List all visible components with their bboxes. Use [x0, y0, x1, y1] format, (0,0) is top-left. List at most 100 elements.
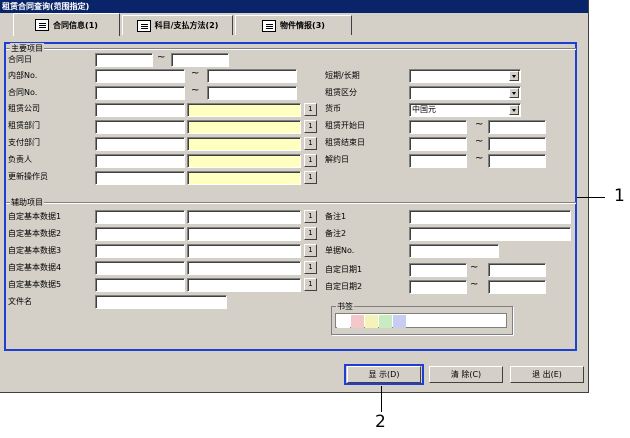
- custom-num-2-code[interactable]: [95, 227, 185, 241]
- range-tilde: ~: [191, 68, 200, 79]
- pay-dept-name[interactable]: [187, 137, 301, 151]
- note-1-input[interactable]: [409, 210, 571, 224]
- custom-num-5-name[interactable]: [187, 278, 301, 292]
- person-name[interactable]: [187, 154, 301, 168]
- lease-company-label: 租赁公司: [8, 104, 40, 113]
- lease-dept-code[interactable]: [95, 120, 185, 134]
- cancel-date-to[interactable]: [488, 154, 546, 168]
- custom-num-2-select-button[interactable]: 1: [304, 227, 317, 240]
- bookmark-swatch-3[interactable]: [365, 315, 378, 328]
- updater-label: 更新操作员: [8, 172, 48, 181]
- custom-date-2-from[interactable]: [409, 280, 467, 294]
- term-select[interactable]: [409, 69, 521, 83]
- doc-no-input[interactable]: [409, 244, 499, 258]
- contract-no-label: 合同No.: [8, 88, 38, 97]
- bookmark-swatch-1[interactable]: [337, 315, 350, 328]
- cancel-date-label: 解约日: [325, 155, 349, 164]
- pay-dept-select-button[interactable]: 1: [304, 137, 317, 150]
- callout-2-line: [381, 386, 382, 412]
- callout-1-line: [577, 197, 605, 198]
- tab-property-info[interactable]: 物件情报(3): [235, 15, 352, 35]
- custom-date-2-to[interactable]: [488, 280, 546, 294]
- clear-button[interactable]: 清 除(C): [429, 366, 503, 383]
- contract-date-label: 合同日: [8, 55, 32, 64]
- internal-no-label: 内部No.: [8, 71, 38, 80]
- custom-date-2-label: 自定日期2: [325, 282, 363, 291]
- pay-dept-label: 支付部门: [8, 138, 40, 147]
- custom-num-3-code[interactable]: [95, 244, 185, 258]
- tab-label: 物件情报(3): [280, 21, 325, 30]
- custom-num-1-code[interactable]: [95, 210, 185, 224]
- currency-select[interactable]: 中国元: [409, 103, 521, 117]
- file-name-input[interactable]: [95, 295, 227, 309]
- range-tilde: ~: [475, 119, 484, 130]
- lease-company-code[interactable]: [95, 103, 185, 117]
- custom-num-4-code[interactable]: [95, 261, 185, 275]
- lease-type-select[interactable]: [409, 86, 521, 100]
- aux-group-frame: [6, 202, 576, 203]
- end-date-from[interactable]: [409, 137, 467, 151]
- window-title: 租赁合同查询(范围指定): [0, 0, 588, 13]
- range-tilde: ~: [191, 85, 200, 96]
- callout-2-number: 2: [375, 412, 386, 432]
- lease-dept-select-button[interactable]: 1: [304, 120, 317, 133]
- tab-account-payment[interactable]: 科目/支払方法(2): [122, 15, 233, 35]
- tab-label: 合同信息(1): [53, 20, 98, 30]
- bookmark-swatch-2[interactable]: [351, 315, 364, 328]
- lease-type-label: 租赁区分: [325, 88, 357, 97]
- custom-num-3-name[interactable]: [187, 244, 301, 258]
- note-2-input[interactable]: [409, 227, 571, 241]
- bookmark-color-bar[interactable]: [335, 313, 507, 328]
- note-2-label: 备注2: [325, 229, 347, 238]
- internal-no-to[interactable]: [207, 69, 297, 83]
- bookmark-swatch-5[interactable]: [393, 315, 406, 328]
- updater-code[interactable]: [95, 171, 185, 185]
- lease-contract-window: 租赁合同查询(范围指定) 合同信息(1) 科目/支払方法(2) 物件情报(3) …: [0, 0, 589, 393]
- custom-num-5-label: 自定基本数据5: [8, 280, 62, 289]
- custom-num-4-label: 自定基本数据4: [8, 263, 62, 272]
- chevron-down-icon[interactable]: [509, 105, 519, 115]
- chevron-down-icon[interactable]: [509, 88, 519, 98]
- custom-date-1-label: 自定日期1: [325, 265, 363, 274]
- start-date-from[interactable]: [409, 120, 467, 134]
- screen-icon: [262, 19, 277, 32]
- custom-num-5-code[interactable]: [95, 278, 185, 292]
- tab-contract-info[interactable]: 合同信息(1): [13, 13, 120, 36]
- custom-date-1-to[interactable]: [488, 263, 546, 277]
- main-group-label: 主要项目: [10, 43, 44, 54]
- custom-num-5-select-button[interactable]: 1: [304, 278, 317, 291]
- custom-num-2-name[interactable]: [187, 227, 301, 241]
- person-select-button[interactable]: 1: [304, 154, 317, 167]
- chevron-down-icon[interactable]: [509, 71, 519, 81]
- updater-select-button[interactable]: 1: [304, 171, 317, 184]
- range-tilde: ~: [470, 262, 479, 273]
- pay-dept-code[interactable]: [95, 137, 185, 151]
- contract-no-from[interactable]: [95, 86, 185, 100]
- internal-no-from[interactable]: [95, 69, 185, 83]
- main-group-frame: [6, 48, 576, 49]
- lease-company-name[interactable]: [187, 103, 301, 117]
- contract-no-to[interactable]: [207, 86, 297, 100]
- custom-num-1-name[interactable]: [187, 210, 301, 224]
- cancel-date-from[interactable]: [409, 154, 467, 168]
- currency-label: 货币: [325, 104, 341, 113]
- exit-button[interactable]: 退 出(E): [510, 366, 584, 383]
- custom-num-3-select-button[interactable]: 1: [304, 244, 317, 257]
- bookmark-swatch-4[interactable]: [379, 315, 392, 328]
- custom-num-1-select-button[interactable]: 1: [304, 210, 317, 223]
- person-code[interactable]: [95, 154, 185, 168]
- custom-date-1-from[interactable]: [409, 263, 467, 277]
- contract-date-to[interactable]: [171, 53, 229, 67]
- custom-num-4-name[interactable]: [187, 261, 301, 275]
- contract-date-from[interactable]: [95, 53, 153, 67]
- lease-dept-name[interactable]: [187, 120, 301, 134]
- end-date-to[interactable]: [488, 137, 546, 151]
- start-date-label: 租赁开始日: [325, 121, 365, 130]
- bookmark-label: 书签: [336, 301, 354, 312]
- show-button[interactable]: 显 示(D): [347, 366, 421, 383]
- start-date-to[interactable]: [488, 120, 546, 134]
- custom-num-4-select-button[interactable]: 1: [304, 261, 317, 274]
- lease-company-select-button[interactable]: 1: [304, 103, 317, 116]
- book-icon: [35, 19, 50, 31]
- updater-name[interactable]: [187, 171, 301, 185]
